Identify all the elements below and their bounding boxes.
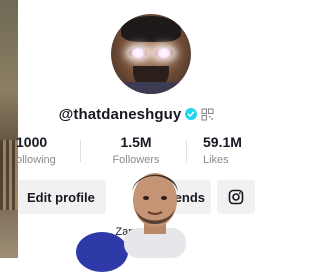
qr-code-icon[interactable]: [201, 107, 214, 121]
stat-following[interactable]: 1000 ollowing: [16, 134, 56, 167]
verified-badge-icon: [185, 108, 198, 120]
instagram-icon: [228, 189, 244, 205]
username-row: @thatdaneshguy: [18, 104, 255, 124]
stats-divider: [186, 140, 187, 162]
following-count: 1000: [16, 134, 48, 150]
avatar-hair: [121, 16, 181, 42]
stats-divider: [80, 140, 81, 162]
stat-likes[interactable]: 59.1M Likes: [203, 134, 242, 167]
likes-count: 59.1M: [203, 134, 242, 150]
avatar-glowing-eye-left: [129, 48, 147, 58]
video-person-overlay: [124, 173, 186, 258]
avatar[interactable]: [111, 14, 191, 94]
following-label: ollowing: [16, 154, 56, 166]
avatar-shirt: [111, 82, 191, 94]
profile-card: @thatdaneshguy 1000 ollowing 1.5M Follow…: [16, 0, 255, 272]
username: @thatdaneshguy: [58, 105, 182, 123]
background-video-strip: [0, 0, 18, 258]
edit-profile-button[interactable]: Edit profile: [18, 180, 106, 214]
stat-followers[interactable]: 1.5M Followers: [104, 134, 168, 167]
instagram-button[interactable]: [217, 180, 255, 214]
likes-label: Likes: [203, 154, 229, 166]
avatar-glowing-eye-right: [155, 48, 173, 58]
followers-count: 1.5M: [120, 134, 152, 150]
